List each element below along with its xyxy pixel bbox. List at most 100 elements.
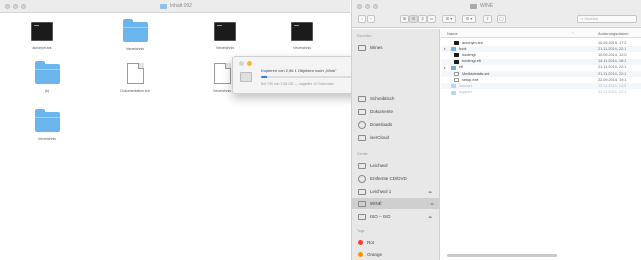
sidebar-item-device[interactable]: Entfernte CD/DVD xyxy=(358,173,438,184)
file-date: 12.11.2014, 13:0 xyxy=(598,83,627,88)
folder-icon xyxy=(451,90,456,95)
cloud-icon xyxy=(358,134,366,141)
file-date: 21.11.2014, 22:1 xyxy=(598,90,627,95)
sidebar-item-icloud[interactable]: iserCloud xyxy=(358,132,438,143)
action-button[interactable]: ⚙ ▾ xyxy=(462,15,476,23)
terminal-file-icon xyxy=(454,53,459,58)
file-row[interactable]: sources 12.11.2014, 13:0 xyxy=(441,83,641,90)
eject-icon[interactable]: ⏏ xyxy=(430,201,434,206)
file-row[interactable]: bootmgr 10.09.2014, 12:0 xyxy=(441,52,641,58)
sidebar-item-wine-selected[interactable]: WINÉ ⏏ xyxy=(352,198,440,209)
folder-icon xyxy=(451,65,456,70)
list-view-button[interactable]: ☰ xyxy=(409,15,418,23)
window-controls[interactable] xyxy=(5,4,26,9)
back-button[interactable]: ‹ xyxy=(358,15,366,23)
share-button[interactable]: ⇪ xyxy=(483,15,492,23)
copy-status-text: Kopieren von 2,96 1 Objekten nach „Wink" xyxy=(261,68,337,73)
file-row[interactable]: ▸ efi 21.11.2014, 22:1 xyxy=(441,65,641,71)
left-window-title-text: Inhalt 092 xyxy=(170,3,192,9)
file-row[interactable]: bootmgr.efi 14.11.2014, 16:1 xyxy=(441,58,641,65)
document-icon xyxy=(454,78,459,83)
sidebar-tag-red[interactable]: Rot xyxy=(358,237,438,248)
sidebar-item-device[interactable]: ISO – ISO ⏏ xyxy=(358,211,438,222)
gallery-view-button[interactable]: ▭ xyxy=(427,15,436,23)
file-row[interactable]: acronym.snt 10.09.2015, 17:2 xyxy=(441,40,641,46)
forward-button[interactable]: › xyxy=(367,15,375,23)
disk-icon xyxy=(358,200,366,207)
file-icon-item[interactable]: Verzeichnis xyxy=(203,22,247,50)
sidebar-item-label: Downloads xyxy=(370,122,393,127)
horizontal-scrollbar[interactable] xyxy=(447,254,557,257)
column-view-button[interactable]: ⫼ xyxy=(418,15,427,23)
right-window-toolbar: WINÉ ‹ › ⊞ ☰ ⫼ ▭ ⊞ ▾ ⚙ ▾ ⇪ ◯ ⌕ Suchen xyxy=(352,0,641,28)
sidebar-item-label: Wines xyxy=(370,45,383,50)
sidebar-item-wines[interactable]: Wines xyxy=(358,42,438,53)
orange-tag-icon xyxy=(358,252,363,257)
name-column-header[interactable]: Name xyxy=(447,31,458,36)
sidebar-item-device[interactable]: Leichwol xyxy=(358,160,438,171)
zoom-button[interactable] xyxy=(21,4,26,9)
file-date: 14.11.2014, 16:1 xyxy=(598,59,627,64)
file-date: 10.09.2014, 12:0 xyxy=(598,52,627,57)
file-row[interactable]: ▸ boot 21.11.2014, 22:1 xyxy=(441,46,641,53)
file-label: Verzeichnis xyxy=(293,46,311,50)
disclosure-triangle-icon[interactable]: ▸ xyxy=(444,65,446,70)
file-row[interactable]: support 21.11.2014, 22:1 xyxy=(441,90,641,96)
date-column-header[interactable]: Änderungsdatum xyxy=(598,31,628,36)
search-input[interactable]: ⌕ Suchen xyxy=(577,15,637,23)
icon-view-button[interactable]: ⊞ xyxy=(400,15,409,23)
minimize-button[interactable] xyxy=(365,4,370,9)
close-button[interactable] xyxy=(5,4,10,9)
sidebar-item-label: Entfernte CD/DVD xyxy=(370,176,407,181)
arrange-button[interactable]: ⊞ ▾ xyxy=(442,15,456,23)
dialog-window-controls[interactable] xyxy=(239,61,252,66)
document-label: Dokumentation.snt xyxy=(120,89,150,93)
close-button[interactable] xyxy=(239,61,244,66)
column-header: Name ⌃ Änderungsdatum xyxy=(441,29,641,38)
file-icon-item[interactable]: acronym.snt xyxy=(20,22,64,50)
file-date: 21.11.2014, 22:1 xyxy=(598,71,627,76)
sidebar-item-label: WINÉ xyxy=(370,201,382,206)
minimize-button[interactable] xyxy=(247,61,252,66)
file-icon-item[interactable]: Verzeichnis xyxy=(280,22,324,50)
sidebar-item-documents[interactable]: Dokumente xyxy=(358,106,438,117)
file-name: Mediadetails.snt xyxy=(462,71,490,76)
folder-icon-item[interactable]: (b) xyxy=(25,61,69,93)
eject-icon[interactable]: ⏏ xyxy=(428,189,432,194)
minimize-button[interactable] xyxy=(13,4,18,9)
document-icon xyxy=(126,63,144,84)
file-name: bootmgr.efi xyxy=(462,59,481,64)
sidebar: Favoriten Wines Schreibtisch Dokumente D… xyxy=(352,29,440,260)
left-finder-window: Inhalt 092 acronym.snt Verzeichnis Verze… xyxy=(0,0,350,260)
file-row[interactable]: Mediadetails.snt 21.11.2014, 22:1 xyxy=(441,71,641,77)
file-date: 21.11.2014, 22:1 xyxy=(598,46,627,51)
sidebar-item-label: Orange xyxy=(367,252,383,257)
terminal-file-icon xyxy=(291,22,313,41)
sidebar-item-label: ISO – ISO xyxy=(370,214,391,219)
disk-icon xyxy=(358,188,366,195)
home-folder-icon xyxy=(358,44,366,51)
folder-icon-item[interactable]: Verzeichnis xyxy=(113,19,157,51)
left-window-titlebar: Inhalt 092 xyxy=(0,0,350,13)
file-name: efi xyxy=(459,65,464,70)
copy-progress-detail: Bei 749 von 2,96 GB — ungefähr 10 Sekund… xyxy=(261,82,335,86)
close-button[interactable] xyxy=(357,4,362,9)
sidebar-item-downloads[interactable]: Downloads xyxy=(358,119,438,130)
terminal-file-icon xyxy=(454,59,459,64)
file-row[interactable]: setup.exe 22.09.2014, 19:1 xyxy=(441,77,641,83)
window-controls[interactable] xyxy=(357,4,378,9)
sidebar-item-device[interactable]: Leichwol 1 ⏏ xyxy=(358,186,438,197)
zoom-button[interactable] xyxy=(373,4,378,9)
eject-icon[interactable]: ⏏ xyxy=(428,214,432,219)
sidebar-tag-orange[interactable]: Orange xyxy=(358,249,438,260)
tag-button[interactable]: ◯ xyxy=(497,15,506,23)
disk-icon xyxy=(358,162,366,169)
document-icon-item[interactable]: Dokumentation.snt xyxy=(113,63,157,93)
sidebar-item-label: Rot xyxy=(367,240,375,245)
file-label: Verzeichnis xyxy=(216,46,234,50)
right-window-title-text: WINÉ xyxy=(480,3,494,9)
sidebar-item-desktop[interactable]: Schreibtisch xyxy=(358,93,438,104)
folder-icon-item[interactable]: Verzeichnis xyxy=(25,109,69,141)
right-finder-window: WINÉ ‹ › ⊞ ☰ ⫼ ▭ ⊞ ▾ ⚙ ▾ ⇪ ◯ ⌕ Suchen Fa… xyxy=(351,0,641,260)
disclosure-triangle-icon[interactable]: ▸ xyxy=(444,46,446,51)
